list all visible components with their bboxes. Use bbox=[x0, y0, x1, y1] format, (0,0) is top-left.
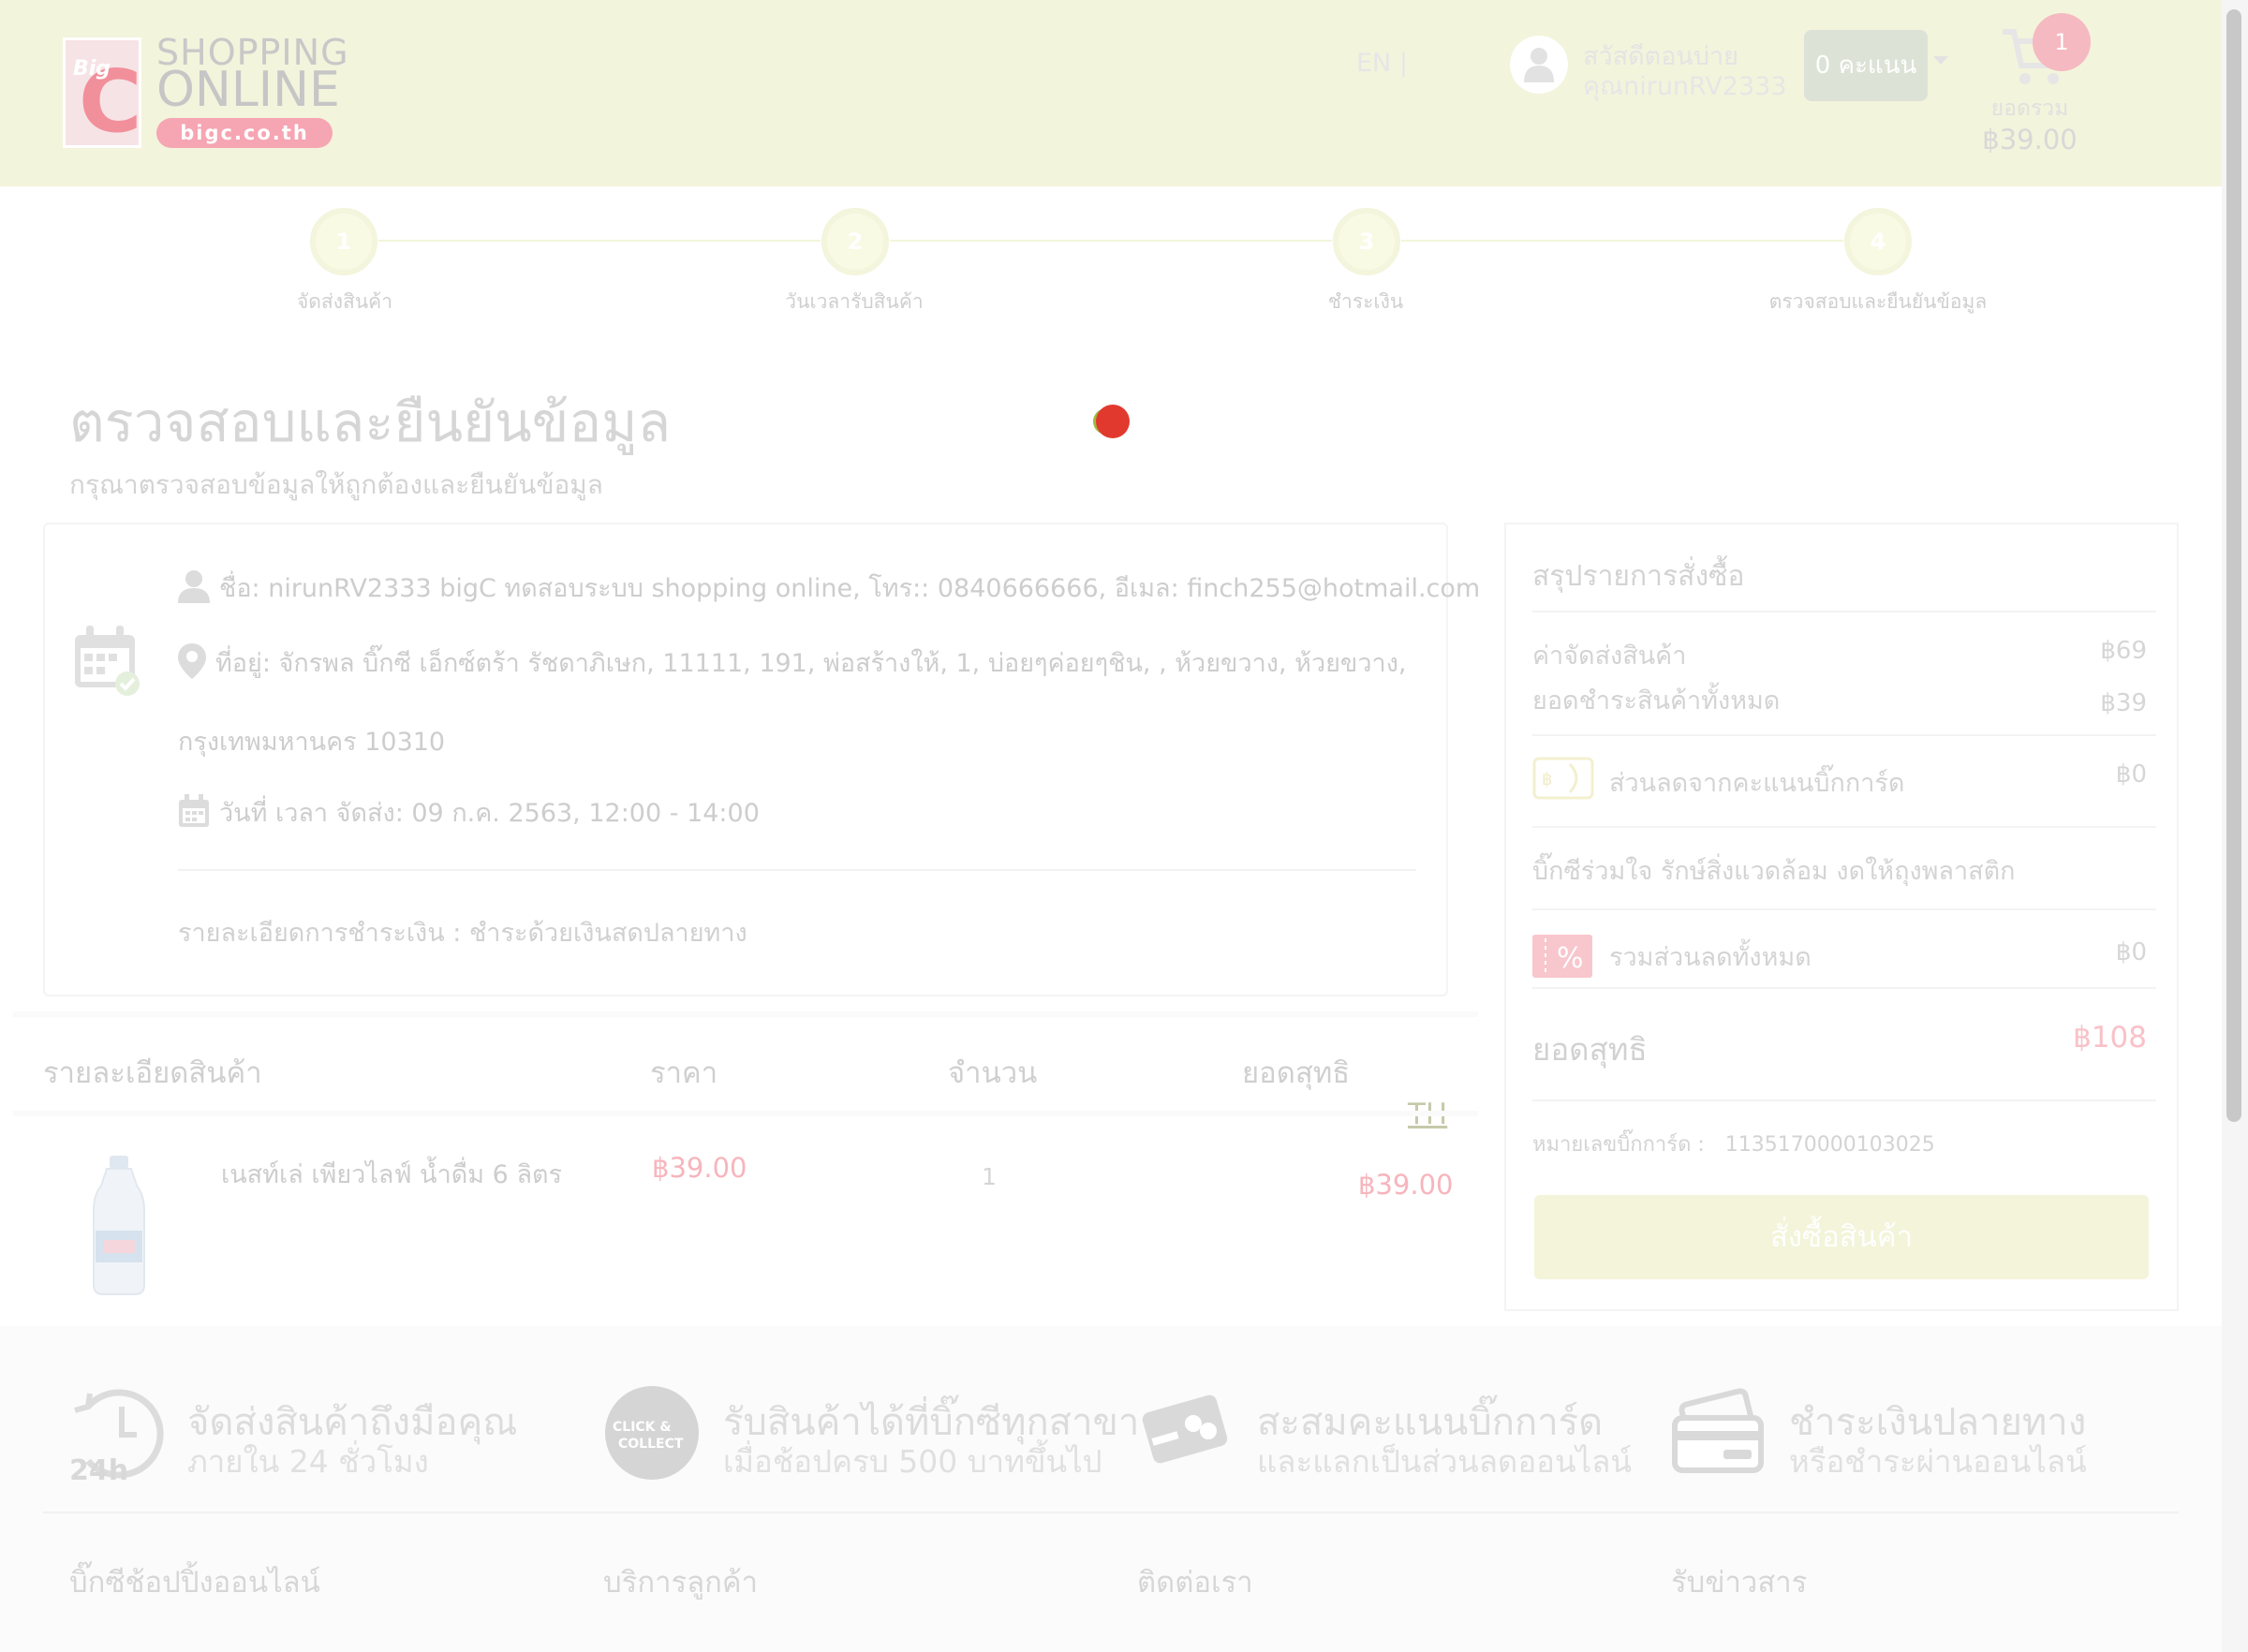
site-header: C Big SHOPPING ONLINE bigc.co.th EN | TH… bbox=[0, 0, 2222, 1131]
feature-subtitle: และแลกเป็นส่วนลดออนไลน์ bbox=[1257, 1443, 1632, 1480]
table-divider bbox=[13, 1011, 1478, 1017]
wallet-icon bbox=[1671, 1384, 1768, 1482]
place-order-button[interactable]: สั่งซื้อสินค้า bbox=[1534, 1195, 2149, 1279]
svg-text:%: % bbox=[1557, 942, 1584, 975]
payment-detail-text: รายละเอียดการชำระเงิน : ชำระด้วยเงินสดปล… bbox=[178, 919, 747, 948]
summary-title: สรุปรายการสั่งซื้อ bbox=[1532, 560, 1745, 593]
page-title: ตรวจสอบและยืนยันข้อมูล bbox=[69, 391, 672, 454]
calendar-icon bbox=[178, 794, 210, 834]
cart-total-label: ยอดรวม bbox=[1990, 96, 2069, 121]
svg-text:24h: 24h bbox=[69, 1454, 128, 1482]
product-qty: 1 bbox=[982, 1163, 997, 1190]
step-connector bbox=[890, 240, 1332, 242]
table-divider bbox=[13, 1111, 1478, 1116]
logo-domain-pill: bigc.co.th bbox=[156, 118, 333, 148]
shipping-fee-value: ฿69 bbox=[2100, 637, 2147, 665]
cart-count-badge: 1 bbox=[2033, 13, 2091, 71]
user-avatar-icon[interactable] bbox=[1510, 36, 1568, 94]
summary-divider bbox=[1532, 1099, 2156, 1101]
lang-en-link[interactable]: EN bbox=[1356, 49, 1391, 78]
lang-separator: | bbox=[1398, 49, 1408, 78]
footer-heading-shop: บิ๊กซีช้อปปิ้งออนไลน์ bbox=[69, 1566, 320, 1600]
delivery-time-row: วันที่ เวลา จัดส่ง: 09 ก.ค. 2563, 12:00 … bbox=[178, 792, 760, 834]
features-footer bbox=[0, 1326, 2222, 1652]
shipping-fee-label: ค่าจัดส่งสินค้า bbox=[1532, 642, 1687, 671]
footer-heading-contact: ติดต่อเรา bbox=[1137, 1566, 1253, 1600]
bigcard-icon bbox=[1137, 1384, 1235, 1482]
items-total-label: ยอดชำระสินค้าทั้งหมด bbox=[1532, 686, 1781, 715]
plastic-bag-note: บิ๊กซีร่วมใจ รักษ์สิ่งแวดล้อม งดให้ถุงพล… bbox=[1532, 857, 2016, 886]
clock-24h-icon: 24h bbox=[67, 1384, 170, 1487]
logo-big-text: Big bbox=[73, 57, 111, 81]
calendar-check-icon bbox=[73, 626, 140, 701]
coupon-icon: ฿ bbox=[1532, 757, 1594, 804]
footer-divider bbox=[43, 1512, 2179, 1513]
summary-divider bbox=[1532, 611, 2156, 612]
delivery-time-text: วันที่ เวลา จัดส่ง: 09 ก.ค. 2563, 12:00 … bbox=[219, 799, 760, 828]
step-4-circle: 4 bbox=[1844, 208, 1912, 275]
net-total-value: ฿108 bbox=[2073, 1021, 2147, 1055]
greeting-username[interactable]: คุณnirunRV2333 bbox=[1583, 66, 1787, 106]
svg-text:COLLECT: COLLECT bbox=[618, 1437, 684, 1452]
record-dot-icon bbox=[1096, 405, 1130, 438]
svg-text:CLICK &: CLICK & bbox=[613, 1420, 672, 1435]
customer-info-text: ชื่อ: nirunRV2333 bigC ทดสอบระบบ shoppin… bbox=[219, 574, 1481, 603]
col-header-total: ยอดสุทธิ bbox=[1242, 1056, 1351, 1090]
scrollbar-thumb[interactable] bbox=[2226, 9, 2241, 1122]
click-collect-icon: CLICK & COLLECT bbox=[603, 1384, 701, 1485]
summary-divider bbox=[1532, 826, 2156, 828]
col-header-qty: จำนวน bbox=[948, 1056, 1038, 1090]
feature-subtitle: เมื่อช้อปครบ 500 บาทขึ้นไป bbox=[723, 1443, 1102, 1480]
summary-divider bbox=[1532, 734, 2156, 736]
summary-divider bbox=[1532, 908, 2156, 910]
total-discount-value: ฿0 bbox=[2115, 938, 2147, 966]
points-discount-label: ส่วนลดจากคะแนนบิ๊กการ์ด bbox=[1609, 769, 1905, 798]
product-total: ฿39.00 bbox=[1358, 1169, 1454, 1201]
product-image[interactable] bbox=[90, 1154, 148, 1300]
address-row: ที่อยู่: จักรพล บิ๊กซี เอ็กซ์ตร้า รัชดาภ… bbox=[178, 642, 1406, 686]
product-name[interactable]: เนสท์เล่ เพียวไลฟ์ น้ำดื่ม 6 ลิตร bbox=[221, 1154, 562, 1194]
bigcard-value: 1135170000103025 bbox=[1724, 1133, 1935, 1157]
cart-total-value: ฿39.00 bbox=[1982, 124, 2078, 155]
address-row-2: กรุงเทพมหานคร 10310 bbox=[178, 728, 446, 757]
col-header-detail: รายละเอียดสินค้า bbox=[43, 1056, 262, 1090]
net-total-label: ยอดสุทธิ bbox=[1532, 1031, 1648, 1068]
items-total-value: ฿39 bbox=[2100, 689, 2147, 717]
step-2-circle: 2 bbox=[821, 208, 889, 275]
svg-text:฿: ฿ bbox=[1542, 770, 1552, 789]
customer-info-row: ชื่อ: nirunRV2333 bigC ทดสอบระบบ shoppin… bbox=[178, 568, 1480, 610]
step-connector bbox=[1401, 240, 1843, 242]
location-pin-icon bbox=[178, 643, 206, 686]
step-1-label: จัดส่งสินค้า bbox=[296, 290, 393, 313]
feature-subtitle: ภายใน 24 ชั่วโมง bbox=[187, 1443, 429, 1480]
bigcard-label: หมายเลขบิ๊กการ์ด : bbox=[1532, 1133, 1705, 1157]
percent-discount-icon: % bbox=[1532, 935, 1592, 981]
address-text: ที่อยู่: จักรพล บิ๊กซี เอ็กซ์ตร้า รัชดาภ… bbox=[215, 649, 1407, 678]
step-1-circle: 1 bbox=[310, 208, 377, 275]
footer-heading-service: บริการลูกค้า bbox=[603, 1566, 759, 1600]
summary-divider bbox=[1532, 987, 2156, 989]
language-switch: EN | TH bbox=[1356, 49, 1447, 1131]
user-icon bbox=[178, 569, 210, 610]
total-discount-label: รวมส่วนลดทั้งหมด bbox=[1609, 943, 1812, 972]
step-3-label: ชำระเงิน bbox=[1327, 290, 1404, 313]
product-price: ฿39.00 bbox=[652, 1152, 747, 1184]
bigc-logo[interactable]: C Big bbox=[63, 37, 142, 148]
points-discount-value: ฿0 bbox=[2115, 760, 2147, 789]
step-3-circle: 3 bbox=[1333, 208, 1400, 275]
step-connector bbox=[378, 240, 821, 242]
step-2-label: วันเวลารับสินค้า bbox=[785, 290, 924, 313]
step-4-label: ตรวจสอบและยืนยันข้อมูล bbox=[1768, 290, 1988, 313]
info-divider bbox=[178, 869, 1416, 871]
points-button[interactable]: 0 คะแนน bbox=[1804, 30, 1928, 101]
chevron-down-icon[interactable] bbox=[1933, 56, 1948, 65]
bigcard-number: หมายเลขบิ๊กการ์ด : 1135170000103025 bbox=[1532, 1128, 1935, 1160]
page-subtitle: กรุณาตรวจสอบข้อมูลให้ถูกต้องและยืนยันข้อ… bbox=[69, 469, 603, 500]
logo-online-text: ONLINE bbox=[156, 62, 340, 118]
feature-subtitle: หรือชำระผ่านออนไลน์ bbox=[1789, 1443, 2087, 1480]
footer-heading-newsletter: รับข่าวสาร bbox=[1671, 1566, 1808, 1600]
col-header-price: ราคา bbox=[650, 1056, 718, 1090]
